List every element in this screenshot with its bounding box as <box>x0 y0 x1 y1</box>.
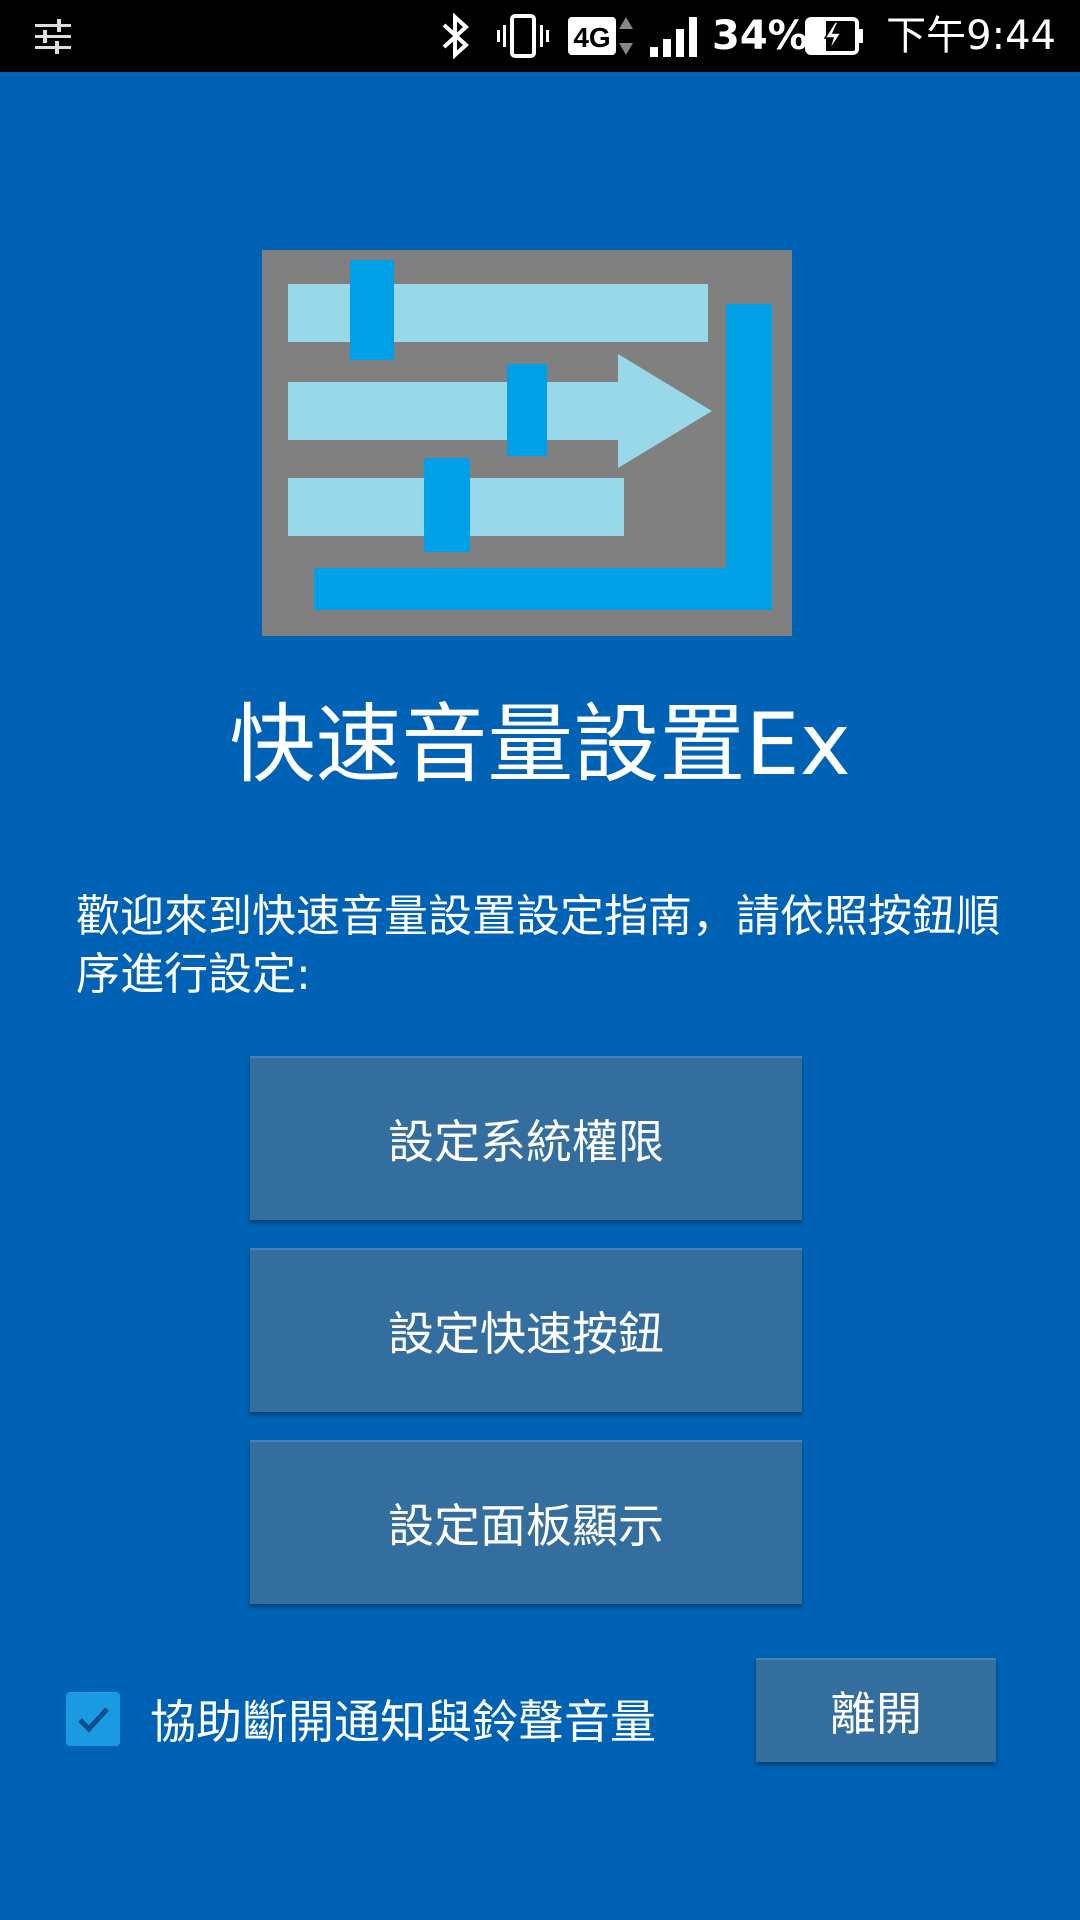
leave-button[interactable]: 離開 <box>756 1658 996 1762</box>
bluetooth-icon <box>438 0 474 72</box>
assist-option-label: 協助斷開通知與鈴聲音量 <box>150 1695 656 1749</box>
checkmark-icon <box>78 1707 109 1733</box>
assist-option-row[interactable]: 協助斷開通知與鈴聲音量 <box>66 1685 656 1753</box>
battery-percentage: 34% <box>712 13 808 59</box>
network-4g-icon: 4G <box>566 0 636 72</box>
vibrate-icon <box>494 0 552 72</box>
battery-charging-icon <box>804 0 866 72</box>
assist-checkbox[interactable] <box>66 1692 120 1746</box>
volume-sliders-logo-icon <box>262 250 792 636</box>
tune-icon <box>28 0 78 72</box>
set-panel-display-button[interactable]: 設定面板顯示 <box>250 1440 802 1604</box>
set-system-permission-button[interactable]: 設定系統權限 <box>250 1056 802 1220</box>
status-bar: 4G 34% 下午9:44 <box>0 0 1080 72</box>
signal-icon <box>646 0 702 72</box>
app-title: 快速音量設置Ex <box>229 695 851 795</box>
intro-text: 歡迎來到快速音量設置設定指南，請依照按鈕順序進行設定: <box>76 891 1000 1000</box>
set-quick-button-button[interactable]: 設定快速按鈕 <box>250 1248 802 1412</box>
svg-text:4G: 4G <box>573 22 610 53</box>
clock: 下午9:44 <box>886 13 1056 59</box>
